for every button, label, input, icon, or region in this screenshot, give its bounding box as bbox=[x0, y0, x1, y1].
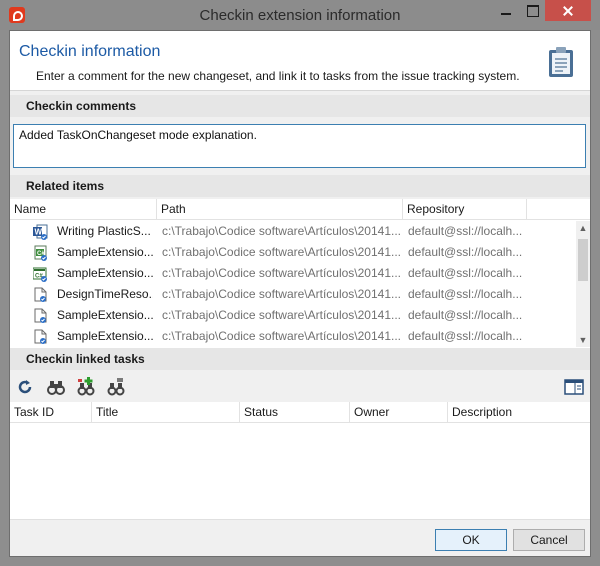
column-header-owner[interactable]: Owner bbox=[350, 402, 448, 423]
item-name: SampleExtensio... bbox=[57, 266, 153, 280]
details-panel-icon[interactable] bbox=[564, 377, 584, 397]
item-name: SampleExtensio... bbox=[57, 329, 153, 343]
checkin-comment-input[interactable] bbox=[13, 124, 586, 168]
column-header-title[interactable]: Title bbox=[92, 402, 240, 423]
remove-task-icon[interactable] bbox=[106, 377, 126, 397]
item-path: c:\Trabajo\Codice software\Artículos\201… bbox=[162, 287, 402, 301]
item-repository: default@ssl://localh... bbox=[408, 329, 523, 343]
file-icon bbox=[34, 287, 47, 302]
list-item[interactable]: SampleExtensio... c:\Trabajo\Codice soft… bbox=[10, 305, 576, 326]
dialog-footer: OK Cancel bbox=[10, 519, 590, 556]
item-path: c:\Trabajo\Codice software\Artículos\201… bbox=[162, 224, 402, 238]
add-task-icon[interactable] bbox=[76, 377, 96, 397]
column-header-path[interactable]: Path bbox=[157, 199, 403, 220]
column-header-repository[interactable]: Repository bbox=[403, 199, 527, 220]
word-document-icon: W bbox=[33, 224, 48, 240]
item-path: c:\Trabajo\Codice software\Artículos\201… bbox=[162, 245, 402, 259]
item-name: SampleExtensio... bbox=[57, 245, 153, 259]
linked-tasks-header: Task ID Title Status Owner Description bbox=[10, 402, 590, 423]
item-path: c:\Trabajo\Codice software\Artículos\201… bbox=[162, 266, 402, 280]
list-item[interactable]: C# SampleExtensio... c:\Trabajo\Codice s… bbox=[10, 263, 576, 284]
dialog-window: Checkin extension information Checkin in… bbox=[0, 0, 600, 566]
file-icon bbox=[34, 329, 47, 344]
list-item[interactable]: C# SampleExtensio... c:\Trabajo\Codice s… bbox=[10, 242, 576, 263]
related-items-rows: W Writing PlasticS... c:\Trabajo\Codice … bbox=[10, 221, 576, 347]
column-header-description[interactable]: Description bbox=[448, 402, 590, 423]
header-subtitle: Enter a comment for the new changeset, a… bbox=[36, 69, 520, 83]
column-header-name[interactable]: Name bbox=[10, 199, 157, 220]
related-items-list[interactable]: Name Path Repository W Writing PlasticS.… bbox=[10, 199, 590, 349]
dialog-content: Checkin information Enter a comment for … bbox=[9, 30, 591, 557]
column-header-status[interactable]: Status bbox=[240, 402, 350, 423]
refresh-icon[interactable] bbox=[15, 377, 35, 397]
linked-tasks-list[interactable]: Task ID Title Status Owner Description bbox=[10, 402, 590, 519]
item-path: c:\Trabajo\Codice software\Artículos\201… bbox=[162, 308, 402, 322]
title-bar[interactable]: Checkin extension information bbox=[0, 0, 600, 30]
close-button[interactable] bbox=[545, 0, 591, 21]
checkin-comments-label: Checkin comments bbox=[10, 95, 590, 117]
scroll-down-arrow-icon[interactable]: ▼ bbox=[576, 333, 590, 347]
item-repository: default@ssl://localh... bbox=[408, 224, 523, 238]
binoculars-icon[interactable] bbox=[46, 377, 66, 397]
item-repository: default@ssl://localh... bbox=[408, 245, 523, 259]
item-repository: default@ssl://localh... bbox=[408, 287, 523, 301]
maximize-button[interactable] bbox=[519, 0, 545, 21]
related-items-label: Related items bbox=[10, 175, 590, 197]
column-header-task-id[interactable]: Task ID bbox=[10, 402, 92, 423]
list-item[interactable]: W Writing PlasticS... c:\Trabajo\Codice … bbox=[10, 221, 576, 242]
cancel-button[interactable]: Cancel bbox=[513, 529, 585, 551]
related-items-scrollbar[interactable]: ▲ ▼ bbox=[576, 221, 590, 347]
minimize-button[interactable] bbox=[493, 0, 519, 21]
linked-tasks-toolbar bbox=[10, 372, 590, 402]
item-name: SampleExtensio... bbox=[57, 308, 153, 322]
ok-button[interactable]: OK bbox=[435, 529, 507, 551]
related-items-header: Name Path Repository bbox=[10, 199, 590, 220]
item-repository: default@ssl://localh... bbox=[408, 308, 523, 322]
list-item[interactable]: DesignTimeReso... c:\Trabajo\Codice soft… bbox=[10, 284, 576, 305]
linked-tasks-body[interactable] bbox=[10, 424, 590, 519]
svg-text:W: W bbox=[35, 228, 43, 237]
item-name: DesignTimeReso... bbox=[57, 287, 153, 301]
header-title: Checkin information bbox=[19, 43, 161, 60]
item-name: Writing PlasticS... bbox=[57, 224, 151, 238]
clipboard-icon bbox=[549, 47, 573, 77]
item-repository: default@ssl://localh... bbox=[408, 266, 523, 280]
list-item[interactable]: SampleExtensio... c:\Trabajo\Codice soft… bbox=[10, 326, 576, 347]
scroll-up-arrow-icon[interactable]: ▲ bbox=[576, 221, 590, 235]
dialog-header: Checkin information Enter a comment for … bbox=[10, 31, 590, 91]
csharp-project-icon: C# bbox=[33, 267, 47, 282]
item-path: c:\Trabajo\Codice software\Artículos\201… bbox=[162, 329, 402, 343]
scroll-thumb[interactable] bbox=[578, 239, 588, 281]
csharp-file-icon: C# bbox=[34, 245, 47, 261]
linked-tasks-label: Checkin linked tasks bbox=[10, 348, 590, 370]
file-icon bbox=[34, 308, 47, 323]
